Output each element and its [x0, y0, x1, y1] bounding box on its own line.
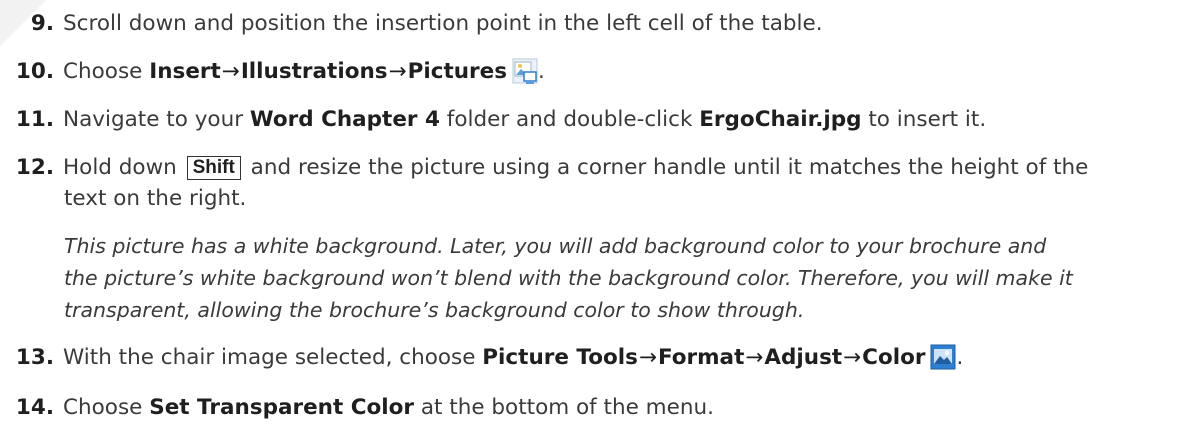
ribbon-tab-insert: Insert — [149, 59, 221, 84]
ribbon-command-color: Color — [862, 345, 926, 370]
shift-key: Shift — [186, 156, 241, 180]
step-number: 12. — [15, 155, 54, 180]
ribbon-tab-format: Format — [657, 345, 745, 370]
file-name: ErgoChair.jpg — [699, 107, 862, 132]
note-line-1: This picture has a white background. Lat… — [64, 234, 1047, 258]
color-icon — [930, 344, 956, 370]
note-line-2: the picture’s white background won’t ble… — [64, 266, 1073, 290]
step-text: Navigate to your Word Chapter 4 folder a… — [63, 104, 986, 136]
step-12-continuation: text on the right. — [64, 186, 247, 211]
pictures-icon — [512, 58, 538, 84]
arrow: → — [221, 59, 240, 84]
arrow: → — [843, 345, 862, 370]
step-text-plain: at the bottom of the menu. — [414, 395, 714, 420]
step-number: 11. — [15, 107, 54, 132]
folder-name: Word Chapter 4 — [249, 107, 440, 132]
step-number: 9. — [30, 11, 54, 36]
step-text: Choose Insert→Illustrations→Pictures . — [63, 56, 545, 88]
step-text: With the chair image selected, choose Pi… — [63, 342, 963, 374]
period: . — [538, 59, 545, 84]
step-text-plain: and resize the picture using a corner ha… — [243, 155, 1089, 180]
contextual-tab-picture-tools: Picture Tools — [482, 345, 638, 370]
step-number: 14. — [15, 395, 54, 420]
step-text-plain: Hold down — [63, 155, 184, 180]
step-number: 13. — [15, 345, 54, 370]
step-13: 13. With the chair image selected, choose… — [0, 342, 963, 374]
period: . — [956, 345, 964, 370]
arrow: → — [745, 345, 764, 370]
step-11: 11. Navigate to your Word Chapter 4 folde… — [0, 104, 986, 136]
step-10: 10. Choose Insert→Illustrations→Pictures … — [0, 56, 545, 88]
step-12: 12. Hold down Shift and resize the pictur… — [0, 152, 1088, 184]
step-9: 9. Scroll down and position the insertion… — [0, 8, 823, 40]
step-number: 10. — [15, 59, 54, 84]
step-text-plain: Navigate to your — [63, 107, 250, 132]
arrow: → — [638, 345, 657, 370]
step-14: 14. Choose Set Transparent Color at the b… — [0, 392, 714, 424]
note-line-3: transparent, allowing the brochure’s bac… — [64, 298, 805, 322]
step-text: Choose Set Transparent Color at the bott… — [63, 392, 714, 424]
ribbon-group-adjust: Adjust — [764, 345, 843, 370]
step-text: Scroll down and position the insertion p… — [63, 11, 823, 36]
step-text-plain: With the chair image selected, choose — [63, 345, 483, 370]
step-text-plain: folder and double-click — [439, 107, 700, 132]
ribbon-command-pictures: Pictures — [407, 59, 508, 84]
arrow: → — [388, 59, 407, 84]
step-text-plain: Choose — [63, 395, 150, 420]
step-text: Hold down Shift and resize the picture u… — [63, 152, 1088, 184]
step-text-plain: Choose — [63, 59, 150, 84]
ribbon-group-illustrations: Illustrations — [240, 59, 388, 84]
step-text-plain: to insert it. — [861, 107, 987, 132]
menu-command-set-transparent-color: Set Transparent Color — [149, 395, 415, 420]
